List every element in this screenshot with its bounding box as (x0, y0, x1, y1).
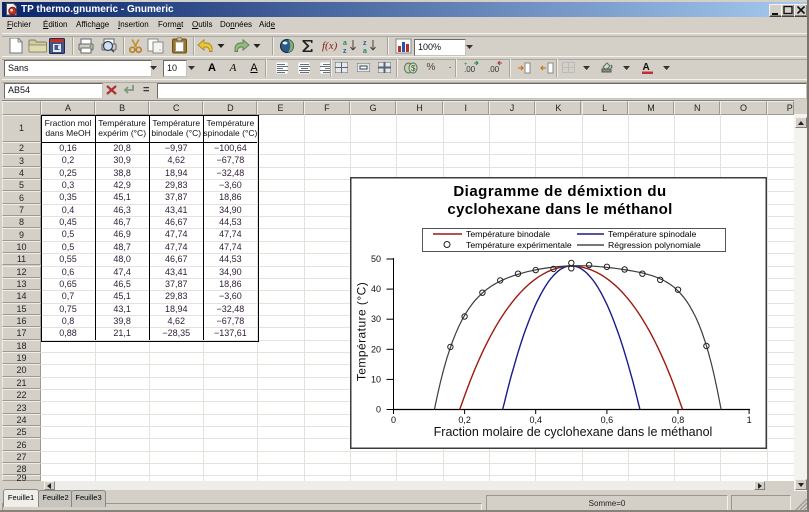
svg-text:f(x): f(x) (322, 40, 338, 52)
svg-text:Fraction molaire de cyclohexan: Fraction molaire de cyclohexane dans le … (434, 425, 713, 439)
svg-text:Diagramme de démixtion du: Diagramme de démixtion du (453, 183, 666, 200)
svg-text:0,2: 0,2 (458, 415, 471, 425)
svg-text:20: 20 (371, 344, 381, 354)
svg-text:+: + (464, 62, 468, 68)
svg-text:10: 10 (371, 374, 381, 384)
svg-text:Température (°C): Température (°C) (355, 282, 369, 381)
svg-text:0: 0 (376, 405, 381, 415)
svg-text:A: A (642, 62, 649, 73)
svg-text:0,4: 0,4 (529, 415, 542, 425)
svg-text:a: a (363, 48, 367, 54)
svg-text:Température spinodale: Température spinodale (608, 229, 697, 239)
svg-text:1: 1 (747, 415, 752, 425)
svg-text:a: a (343, 40, 347, 47)
svg-text:0,8: 0,8 (672, 415, 685, 425)
svg-text:z: z (343, 48, 347, 54)
svg-text:cyclohexane dans le méthanol: cyclohexane dans le méthanol (447, 201, 672, 218)
svg-text:.00: .00 (488, 65, 500, 74)
svg-text:50: 50 (371, 254, 381, 264)
svg-text:0,6: 0,6 (601, 415, 614, 425)
svg-text:z: z (363, 40, 367, 47)
svg-text:0: 0 (391, 415, 396, 425)
svg-text:40: 40 (371, 284, 381, 294)
svg-text:30: 30 (371, 314, 381, 324)
svg-text:Température expérimentale: Température expérimentale (466, 240, 572, 250)
svg-text:Température binodale: Température binodale (466, 229, 550, 239)
svg-text:$: $ (411, 64, 416, 73)
svg-text:Régression polynomiale: Régression polynomiale (608, 240, 701, 250)
